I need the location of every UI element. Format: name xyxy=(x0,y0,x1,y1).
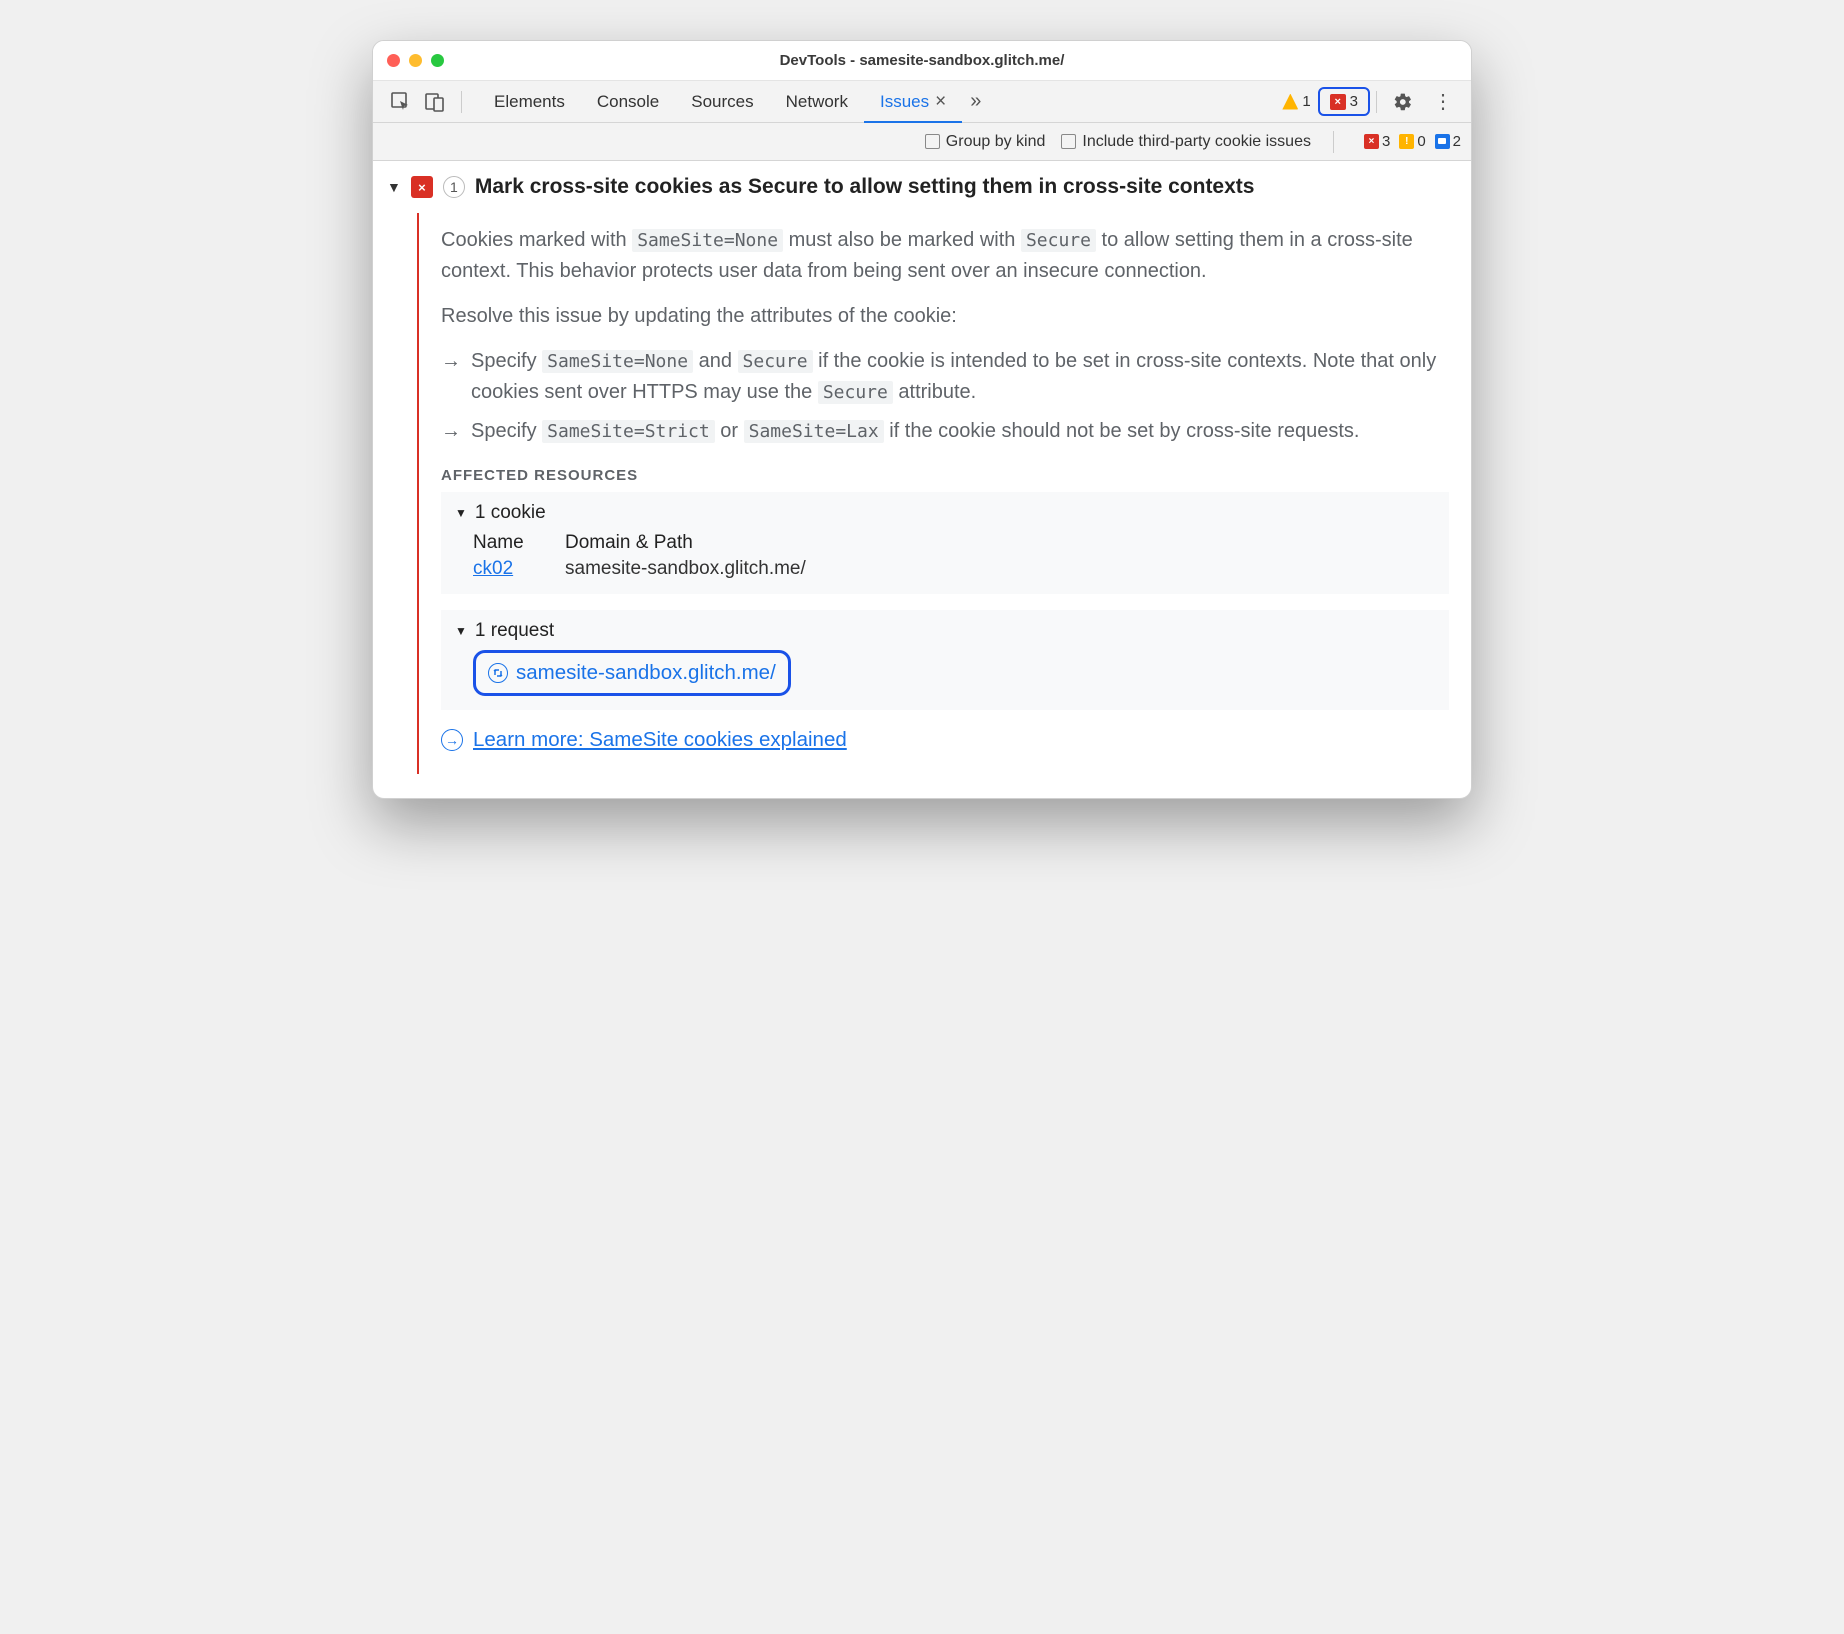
issue-occurrence-count: 1 xyxy=(443,176,465,198)
minimize-window-button[interactable] xyxy=(409,54,422,67)
resolution-item-2: → Specify SameSite=Strict or SameSite=La… xyxy=(441,416,1449,447)
window-title: DevTools - samesite-sandbox.glitch.me/ xyxy=(373,52,1471,69)
cookies-disclosure[interactable]: ▼ 1 cookie xyxy=(455,502,1435,524)
tab-console[interactable]: Console xyxy=(581,81,675,122)
settings-button[interactable] xyxy=(1383,92,1423,112)
learn-more-row[interactable]: → Learn more: SameSite cookies explained xyxy=(441,728,1449,752)
issue-body: Cookies marked with SameSite=None must a… xyxy=(417,213,1471,774)
error-icon: × xyxy=(1364,134,1379,149)
requests-header-label: 1 request xyxy=(475,620,554,642)
tab-issues-label: Issues xyxy=(880,92,929,112)
cookie-table: Name Domain & Path ck02 samesite-sandbox… xyxy=(473,532,1435,580)
affected-resources-label: AFFECTED RESOURCES xyxy=(441,467,1449,484)
divider xyxy=(1376,91,1377,113)
info-issues-count[interactable]: 2 xyxy=(1435,133,1461,150)
issues-filter-bar: Group by kind Include third-party cookie… xyxy=(373,123,1471,161)
request-link-highlighted[interactable]: samesite-sandbox.glitch.me/ xyxy=(473,650,791,696)
arrow-icon: → xyxy=(441,416,461,447)
requests-disclosure[interactable]: ▼ 1 request xyxy=(455,620,1435,642)
code-secure: Secure xyxy=(738,350,813,373)
page-error-icon: × xyxy=(411,176,433,198)
tab-issues[interactable]: Issues × xyxy=(864,81,962,122)
arrow-icon: → xyxy=(441,346,461,408)
issue-description-1: Cookies marked with SameSite=None must a… xyxy=(441,225,1449,287)
learn-more-link[interactable]: Learn more: SameSite cookies explained xyxy=(473,728,847,752)
error-issues-count[interactable]: ×3 xyxy=(1364,133,1390,150)
include-thirdparty-checkbox[interactable]: Include third-party cookie issues xyxy=(1061,133,1311,151)
divider xyxy=(461,91,462,113)
cookie-domain-value: samesite-sandbox.glitch.me/ xyxy=(565,558,806,580)
issue-counts: ×3 !0 2 xyxy=(1364,133,1461,150)
warning-count: 1 xyxy=(1302,93,1310,110)
maximize-window-button[interactable] xyxy=(431,54,444,67)
network-request-icon xyxy=(488,663,508,683)
code-samesite-none: SameSite=None xyxy=(632,229,783,252)
group-by-kind-checkbox[interactable]: Group by kind xyxy=(925,133,1046,151)
request-url: samesite-sandbox.glitch.me/ xyxy=(516,661,776,685)
error-counter-highlighted[interactable]: ×3 xyxy=(1318,87,1370,116)
issues-content: ▼ × 1 Mark cross-site cookies as Secure … xyxy=(373,161,1471,798)
th-domain: Domain & Path xyxy=(565,532,693,554)
code-secure: Secure xyxy=(1021,229,1096,252)
cookies-header-label: 1 cookie xyxy=(475,502,546,524)
warning-icon xyxy=(1282,94,1298,110)
expand-icon[interactable]: ▼ xyxy=(387,179,401,195)
code-secure: Secure xyxy=(818,381,893,404)
expand-icon: ▼ xyxy=(455,506,467,520)
divider xyxy=(1333,131,1334,153)
issue-description-2: Resolve this issue by updating the attri… xyxy=(441,301,1449,332)
code-samesite-none: SameSite=None xyxy=(542,350,693,373)
include-thirdparty-label: Include third-party cookie issues xyxy=(1082,133,1311,151)
cookie-row: ck02 samesite-sandbox.glitch.me/ xyxy=(473,558,1435,580)
tab-network[interactable]: Network xyxy=(770,81,864,122)
info-icon xyxy=(1435,134,1450,149)
group-by-kind-label: Group by kind xyxy=(946,133,1046,151)
warning-icon: ! xyxy=(1399,134,1414,149)
cookie-name-link[interactable]: ck02 xyxy=(473,558,513,579)
main-toolbar: Elements Console Sources Network Issues … xyxy=(373,81,1471,123)
warning-counter[interactable]: 1 xyxy=(1275,90,1317,113)
external-link-icon: → xyxy=(441,729,463,751)
error-icon: × xyxy=(1330,94,1346,110)
tab-sources[interactable]: Sources xyxy=(675,81,769,122)
issue-header-row[interactable]: ▼ × 1 Mark cross-site cookies as Secure … xyxy=(373,175,1471,199)
issue-title: Mark cross-site cookies as Secure to all… xyxy=(475,175,1255,199)
tab-strip: Elements Console Sources Network Issues … xyxy=(478,81,989,122)
tab-elements[interactable]: Elements xyxy=(478,81,581,122)
error-count: 3 xyxy=(1350,93,1358,110)
close-tab-icon[interactable]: × xyxy=(935,91,946,113)
code-samesite-lax: SameSite=Lax xyxy=(744,420,884,443)
device-toggle-icon[interactable] xyxy=(425,92,445,112)
devtools-window: DevTools - samesite-sandbox.glitch.me/ E… xyxy=(372,40,1472,799)
checkbox-icon xyxy=(925,134,940,149)
window-titlebar: DevTools - samesite-sandbox.glitch.me/ xyxy=(373,41,1471,81)
inspect-icon[interactable] xyxy=(391,92,411,112)
close-window-button[interactable] xyxy=(387,54,400,67)
more-options-button[interactable]: ⋮ xyxy=(1423,89,1463,114)
expand-icon: ▼ xyxy=(455,624,467,638)
traffic-lights xyxy=(373,54,444,67)
more-tabs-button[interactable]: » xyxy=(962,81,989,122)
warning-issues-count[interactable]: !0 xyxy=(1399,133,1425,150)
th-name: Name xyxy=(473,532,525,554)
affected-requests-section: ▼ 1 request samesite-sandbox.glitch.me/ xyxy=(441,610,1449,710)
code-samesite-strict: SameSite=Strict xyxy=(542,420,715,443)
resolution-item-1: → Specify SameSite=None and Secure if th… xyxy=(441,346,1449,408)
checkbox-icon xyxy=(1061,134,1076,149)
affected-cookies-section: ▼ 1 cookie Name Domain & Path ck02 sames… xyxy=(441,492,1449,594)
